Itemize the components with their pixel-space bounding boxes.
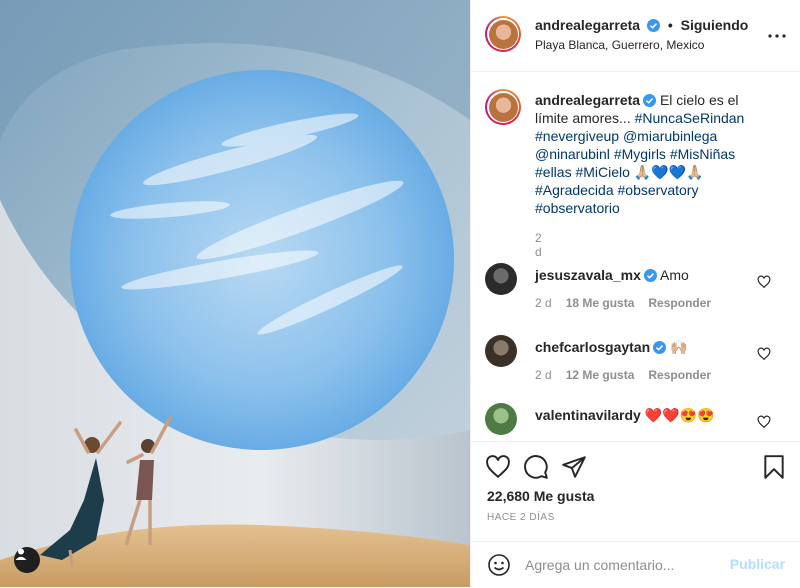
comment-time[interactable]: 2 d (535, 296, 552, 310)
comment-item: jesuszavala_mx Amo 2 d 18 Me gusta Respond… (485, 263, 785, 323)
caption-emoji: 🙏🏼💙💙🙏🏼 (633, 164, 704, 180)
comment-item: chefcarlosgaytan 🙌🏼 2 d 12 Me gusta Respon… (485, 335, 785, 395)
hashtag-link[interactable]: #MiCielo (575, 164, 629, 180)
hashtag-link[interactable]: #NuncaSeRindan (635, 110, 745, 126)
mention-link[interactable]: @ninarubinl (535, 146, 610, 162)
publish-button[interactable]: Publicar (730, 556, 785, 572)
commenter-username[interactable]: chefcarlosgaytan (535, 339, 650, 355)
user-tag-icon[interactable] (14, 547, 40, 573)
hashtag-link[interactable]: #nevergiveup (535, 128, 619, 144)
commenter-avatar[interactable] (485, 263, 517, 295)
follow-separator: • (667, 17, 673, 33)
verified-badge-icon (646, 19, 660, 32)
hashtag-link[interactable]: #Agradecida (535, 182, 614, 198)
comment-likes[interactable]: 12 Me gusta (566, 368, 635, 382)
author-username[interactable]: andrealegarreta (535, 17, 640, 33)
heart-icon[interactable] (757, 415, 771, 429)
comments-list[interactable]: andrealegarreta El cielo es el límite am… (471, 73, 800, 440)
instagram-post-view: andrealegarreta • Siguiendo Playa Blanca… (0, 0, 800, 587)
author-avatar[interactable] (485, 16, 521, 52)
post-header: andrealegarreta • Siguiendo Playa Blanca… (471, 0, 800, 72)
verified-badge-icon (643, 94, 657, 107)
comment-text-line: chefcarlosgaytan 🙌🏼 (535, 339, 688, 356)
hashtag-link[interactable]: #MisNiñas (670, 146, 735, 162)
comment-time[interactable]: 2 d (535, 368, 552, 382)
bookmark-icon[interactable] (761, 454, 787, 480)
paper-plane-icon[interactable] (561, 454, 587, 480)
comment-body: Amo (659, 267, 689, 283)
hashtag-link[interactable]: #Mygirls (614, 146, 666, 162)
likes-count[interactable]: 22,680 Me gusta (487, 488, 594, 504)
emoji-smile-icon[interactable] (487, 553, 511, 577)
commenter-avatar[interactable] (485, 403, 517, 435)
comment-text-line: jesuszavala_mx Amo (535, 267, 689, 283)
caption-author-avatar[interactable] (485, 89, 521, 125)
hashtag-link[interactable]: #observatorio (535, 200, 620, 216)
comment-body: 🙌🏼 (670, 339, 688, 355)
heart-icon[interactable] (757, 347, 771, 361)
add-comment-bar: Publicar (471, 541, 800, 588)
post-side-panel: andrealegarreta • Siguiendo Playa Blanca… (470, 0, 800, 587)
sky-observatory-image (0, 0, 470, 587)
more-options-icon[interactable] (767, 26, 787, 46)
commenter-username[interactable]: jesuszavala_mx (535, 267, 641, 283)
comment-meta: 2 d 18 Me gusta Responder (535, 296, 725, 310)
comment-body: ❤️❤️😍😍 (644, 407, 715, 423)
hashtag-link[interactable]: #observatory (618, 182, 699, 198)
mention-link[interactable]: @miarubinlega (623, 128, 717, 144)
verified-badge-icon (643, 269, 657, 282)
comment-bubble-icon[interactable] (523, 454, 549, 480)
verified-badge-icon (653, 341, 667, 354)
author-line: andrealegarreta • Siguiendo (535, 17, 748, 33)
hashtag-link[interactable]: #ellas (535, 164, 572, 180)
post-photo[interactable] (0, 0, 470, 587)
post-location[interactable]: Playa Blanca, Guerrero, Mexico (535, 38, 704, 52)
reply-button[interactable]: Responder (648, 296, 711, 310)
reply-button[interactable]: Responder (648, 368, 711, 382)
post-age[interactable]: HACE 2 DÍAS (487, 512, 555, 523)
commenter-username[interactable]: valentinavilardy (535, 407, 641, 423)
caption-author[interactable]: andrealegarreta (535, 92, 640, 108)
comment-meta: 2 d 12 Me gusta Responder (535, 368, 725, 382)
comment-likes[interactable]: 18 Me gusta (566, 296, 635, 310)
heart-icon[interactable] (485, 454, 511, 480)
comment-input[interactable] (525, 550, 715, 580)
commenter-avatar[interactable] (485, 335, 517, 367)
comment-item: valentinavilardy ❤️❤️😍😍 (485, 403, 785, 440)
heart-icon[interactable] (757, 275, 771, 289)
caption-timestamp[interactable]: 2 d (535, 231, 542, 259)
comment-text-line: valentinavilardy ❤️❤️😍😍 (535, 407, 714, 424)
following-button[interactable]: Siguiendo (681, 17, 749, 33)
caption-text: andrealegarreta El cielo es el límite am… (535, 91, 755, 217)
post-actions: 22,680 Me gusta HACE 2 DÍAS Publicar (471, 441, 800, 587)
